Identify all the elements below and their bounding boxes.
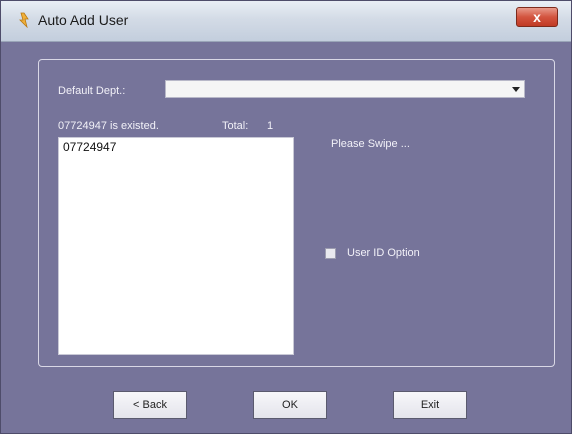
total-count: 1	[267, 120, 274, 132]
status-text: 07724947 is existed.	[58, 120, 159, 132]
total-label: Total:	[222, 120, 249, 132]
default-dept-label: Default Dept.:	[58, 85, 126, 97]
group-box: Default Dept.: 07724947 is existed. Tota…	[38, 59, 555, 367]
default-dept-select[interactable]	[165, 80, 525, 98]
dialog-body: Default Dept.: 07724947 is existed. Tota…	[9, 42, 563, 427]
ok-button[interactable]: OK	[253, 391, 327, 419]
back-button[interactable]: < Back	[113, 391, 187, 419]
list-item[interactable]: 07724947	[63, 140, 289, 154]
close-icon: x	[533, 9, 541, 25]
app-icon	[19, 12, 29, 28]
chevron-down-icon[interactable]	[512, 87, 520, 92]
user-id-option-label[interactable]: User ID Option	[347, 247, 420, 259]
window-title: Auto Add User	[38, 12, 129, 28]
auto-add-user-dialog: Auto Add User x Default Dept.: 07724947 …	[0, 0, 572, 434]
user-id-list[interactable]: 07724947	[58, 137, 294, 355]
exit-button[interactable]: Exit	[393, 391, 467, 419]
user-id-option-checkbox[interactable]	[325, 248, 336, 259]
swipe-prompt: Please Swipe ...	[331, 138, 410, 150]
close-button[interactable]: x	[516, 7, 558, 27]
title-bar[interactable]: Auto Add User x	[1, 1, 571, 42]
